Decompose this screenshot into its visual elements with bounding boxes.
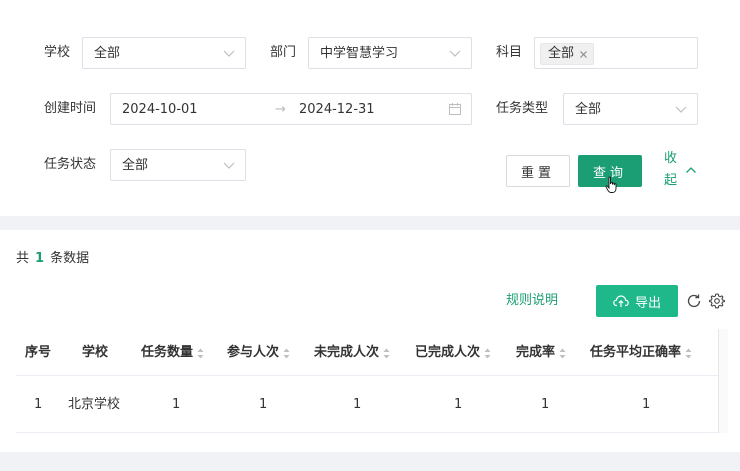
column-header-sortable[interactable]: 完成率	[516, 344, 566, 362]
sort-icon[interactable]	[685, 348, 692, 359]
task-type-label: 任务类型	[496, 101, 549, 116]
sort-icon[interactable]	[283, 348, 290, 359]
table-cell: 1	[172, 397, 181, 412]
export-button[interactable]: 导出	[596, 285, 678, 317]
page-footer-band	[0, 452, 740, 471]
rules-link[interactable]: 规则说明	[506, 292, 558, 310]
chevron-down-icon	[449, 50, 461, 57]
column-header-sortable[interactable]: 任务平均正确率	[590, 344, 692, 362]
subject-tag: 全部	[540, 43, 595, 65]
chevron-up-icon	[686, 167, 696, 173]
cloud-upload-icon	[613, 295, 629, 307]
column-header-sortable[interactable]: 任务数量	[141, 344, 204, 362]
task-status-select-value: 全部	[122, 158, 149, 173]
table-cell: 1	[642, 397, 651, 412]
reset-button[interactable]: 重置	[506, 155, 570, 187]
collapse-toggle[interactable]: 收 起	[664, 150, 704, 190]
date-end[interactable]: 2024-12-31	[299, 101, 375, 119]
date-start[interactable]: 2024-10-01	[122, 101, 198, 119]
result-count: 共 1 条数据	[16, 250, 89, 268]
school-label: 学校	[44, 45, 71, 60]
result-count-number: 1	[35, 251, 45, 266]
chevron-down-icon	[223, 162, 235, 169]
calendar-icon	[449, 103, 461, 115]
sort-icon[interactable]	[197, 348, 204, 359]
export-button-label: 导出	[634, 295, 661, 311]
column-header: 序号	[25, 345, 52, 360]
subject-label: 科目	[496, 45, 523, 60]
department-select-value: 中学智慧学习	[320, 46, 399, 61]
date-range-arrow: →	[275, 102, 286, 117]
table-cell: 1	[34, 397, 43, 412]
sort-icon[interactable]	[559, 348, 566, 359]
column-header-sortable[interactable]: 已完成人次	[415, 344, 491, 362]
table-header: 序号 学校 任务数量 参与人次 未完成人次 已完成人次 完成率 任务平均正确率	[16, 329, 728, 376]
close-icon[interactable]	[579, 50, 588, 59]
chevron-down-icon	[223, 50, 235, 57]
date-range-picker[interactable]: 2024-10-01 → 2024-12-31	[110, 93, 472, 125]
collapse-label-line2: 起	[664, 173, 678, 188]
table-cell: 北京学校	[68, 397, 121, 412]
table-cell: 1	[353, 397, 362, 412]
collapse-label-line1: 收	[664, 151, 678, 166]
task-status-select[interactable]: 全部	[110, 149, 246, 181]
school-select[interactable]: 全部	[82, 37, 246, 69]
chevron-down-icon	[675, 106, 687, 113]
created-time-label: 创建时间	[44, 101, 97, 116]
sort-icon[interactable]	[484, 348, 491, 359]
department-label: 部门	[270, 45, 297, 60]
task-type-select-value: 全部	[575, 102, 602, 117]
subject-tag-label: 全部	[548, 46, 575, 61]
filter-panel: 学校 全部 部门 中学智慧学习 科目 全部 创建时间 2024-10-01 → …	[0, 0, 740, 216]
column-header-sortable[interactable]: 未完成人次	[314, 344, 390, 362]
hand-cursor-icon	[605, 176, 617, 193]
result-count-suffix: 条数据	[50, 251, 90, 266]
result-count-prefix: 共	[16, 251, 30, 266]
sort-icon[interactable]	[383, 348, 390, 359]
table-cell: 1	[541, 397, 550, 412]
column-header: 学校	[82, 345, 109, 360]
table-scrollbar[interactable]	[718, 329, 728, 433]
refresh-icon[interactable]	[686, 293, 702, 309]
task-type-select[interactable]: 全部	[563, 93, 698, 125]
department-select[interactable]: 中学智慧学习	[308, 37, 472, 69]
data-table: 序号 学校 任务数量 参与人次 未完成人次 已完成人次 完成率 任务平均正确率 …	[16, 329, 728, 433]
gear-icon[interactable]	[709, 293, 725, 309]
subject-multiselect[interactable]: 全部	[534, 37, 698, 69]
table-row: 1 北京学校 1 1 1 1 1 1	[16, 376, 728, 433]
section-divider	[0, 216, 740, 230]
school-select-value: 全部	[94, 46, 121, 61]
column-header-sortable[interactable]: 参与人次	[227, 344, 290, 362]
task-status-label: 任务状态	[44, 157, 97, 172]
table-cell: 1	[259, 397, 268, 412]
table-cell: 1	[454, 397, 463, 412]
